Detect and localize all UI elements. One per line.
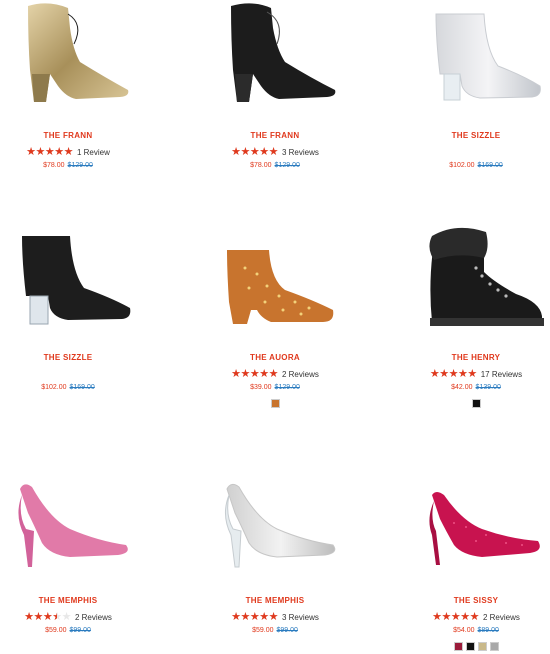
review-count[interactable]: 3 Reviews <box>282 613 319 622</box>
color-swatch[interactable] <box>453 642 463 651</box>
star-rating: ★★★★★★★★★★ <box>231 611 278 623</box>
star-rating: ★★★★★★★★★★ <box>429 368 477 380</box>
sale-price: $78.00 <box>43 162 65 169</box>
original-price: $89.00 <box>477 627 499 634</box>
rating-row[interactable]: ★★★★★ ★★★★★ 3 Reviews <box>195 146 355 158</box>
original-price: $169.00 <box>477 162 503 169</box>
sale-price: $59.00 <box>252 627 274 634</box>
product-card[interactable]: THE MEMPHIS ★★★★★★★★★★ 2 Reviews $59.00$… <box>0 465 148 635</box>
color-swatches <box>396 399 550 408</box>
product-card[interactable]: THE HENRY ★★★★★ ★★★★★ 17 Reviews $42.00 $1… <box>396 222 550 408</box>
product-name[interactable]: THE FRANN <box>0 131 148 141</box>
star-rating: ★★★★★★★★★★ <box>24 611 71 623</box>
product-name[interactable]: THE SIZZLE <box>396 131 550 141</box>
original-price: $169.00 <box>69 384 95 391</box>
sale-price: $54.00 <box>453 627 475 634</box>
product-name[interactable]: THE MEMPHIS <box>0 596 148 606</box>
original-price: $99.00 <box>69 627 91 634</box>
review-count[interactable]: 2 Reviews <box>483 613 520 622</box>
black-combat-boot-icon[interactable] <box>406 222 546 327</box>
product-card[interactable]: THE SIZZLE $102.00 $169.00 <box>0 222 148 392</box>
color-swatch[interactable] <box>477 642 487 651</box>
price-row: $54.00 $89.00 <box>396 626 550 635</box>
color-swatch[interactable] <box>489 642 499 651</box>
product-card[interactable]: THE SISSY ★★★★★ ★★★★★ 2 Reviews $54.00 $89… <box>396 465 550 651</box>
product-name[interactable]: THE AUORA <box>195 353 355 363</box>
price-row: $78.00 $129.00 <box>0 161 148 170</box>
color-swatches <box>195 399 355 408</box>
price-row: $42.00 $139.00 <box>396 383 550 392</box>
original-price: $99.00 <box>276 627 298 634</box>
product-card[interactable]: THE FRANN ★★★★★ ★★★★★ 3 Reviews $78.00 $12… <box>195 0 355 170</box>
star-rating: ★★★★★★★★★★ <box>432 611 479 623</box>
rating-row[interactable]: ★★★★★ ★★★★★ 1 Review <box>0 146 148 158</box>
sale-price: $42.00 <box>451 384 473 391</box>
color-swatch[interactable] <box>465 642 475 651</box>
color-swatches <box>396 642 550 651</box>
tan-studded-bootie-icon[interactable] <box>205 222 345 327</box>
product-name[interactable]: THE FRANN <box>195 131 355 141</box>
review-count[interactable]: 2 Reviews <box>75 613 112 622</box>
original-price: $129.00 <box>67 162 93 169</box>
product-name[interactable]: THE SISSY <box>396 596 550 606</box>
review-count[interactable]: 2 Reviews <box>282 370 319 379</box>
rating-row[interactable]: ★★★★★ ★★★★★ 3 Reviews <box>195 611 355 623</box>
rating-row[interactable]: ★★★★★★★★★★ 2 Reviews <box>396 611 550 623</box>
product-card[interactable]: THE AUORA ★★★★★ ★★★★★ 2 Reviews $39.00 $12… <box>195 222 355 408</box>
color-swatch[interactable] <box>270 399 280 408</box>
product-card[interactable]: THE SIZZLE $102.00 $169.00 <box>396 0 550 170</box>
original-price: $129.00 <box>274 162 300 169</box>
price-row: $59.00 $99.00 <box>195 626 355 635</box>
review-count[interactable]: 1 Review <box>77 148 110 157</box>
pink-pump-icon[interactable] <box>0 465 138 570</box>
sale-price: $39.00 <box>250 384 272 391</box>
silver-pump-icon[interactable] <box>205 465 345 570</box>
original-price: $139.00 <box>475 384 501 391</box>
product-grid: THE FRANN ★★★★★ ★★★★★ 1 Review $78.00 $129… <box>0 0 550 654</box>
black-bootie-icon[interactable] <box>0 222 138 327</box>
original-price: $129.00 <box>274 384 300 391</box>
pink-glitter-pump-icon[interactable] <box>406 465 546 570</box>
star-rating: ★★★★★★★★★★ <box>26 146 73 158</box>
price-row: $39.00 $129.00 <box>195 383 355 392</box>
review-count[interactable]: 3 Reviews <box>282 148 319 157</box>
sale-price: $102.00 <box>449 162 475 169</box>
silver-bootie-icon[interactable] <box>406 0 546 105</box>
rating-row[interactable]: ★★★★★★★★★★ 2 Reviews <box>195 368 355 380</box>
product-card[interactable]: THE FRANN ★★★★★ ★★★★★ 1 Review $78.00 $129… <box>0 0 148 170</box>
price-row: $59.00 $99.00 <box>0 626 148 635</box>
star-rating: ★★★★★★★★★★ <box>231 368 278 380</box>
product-name[interactable]: THE MEMPHIS <box>195 596 355 606</box>
color-swatch[interactable] <box>471 399 481 408</box>
gold-boot-icon[interactable] <box>0 0 138 105</box>
product-name[interactable]: THE SIZZLE <box>0 353 148 363</box>
review-count[interactable]: 17 Reviews <box>481 370 522 379</box>
sale-price: $78.00 <box>250 162 272 169</box>
rating-row[interactable]: ★★★★★★★★★★ 2 Reviews <box>0 611 148 623</box>
price-row: $102.00 $169.00 <box>0 383 148 392</box>
black-boot-icon[interactable] <box>205 0 345 105</box>
product-card[interactable]: THE MEMPHIS ★★★★★ ★★★★★ 3 Reviews $59.00 $… <box>195 465 355 635</box>
star-rating: ★★★★★★★★★★ <box>231 146 278 158</box>
sale-price: $102.00 <box>41 384 67 391</box>
product-name[interactable]: THE HENRY <box>396 353 550 363</box>
sale-price: $59.00 <box>45 627 67 634</box>
price-row: $78.00 $129.00 <box>195 161 355 170</box>
price-row: $102.00 $169.00 <box>396 161 550 170</box>
rating-row[interactable]: ★★★★★ ★★★★★ 17 Reviews <box>396 368 550 380</box>
